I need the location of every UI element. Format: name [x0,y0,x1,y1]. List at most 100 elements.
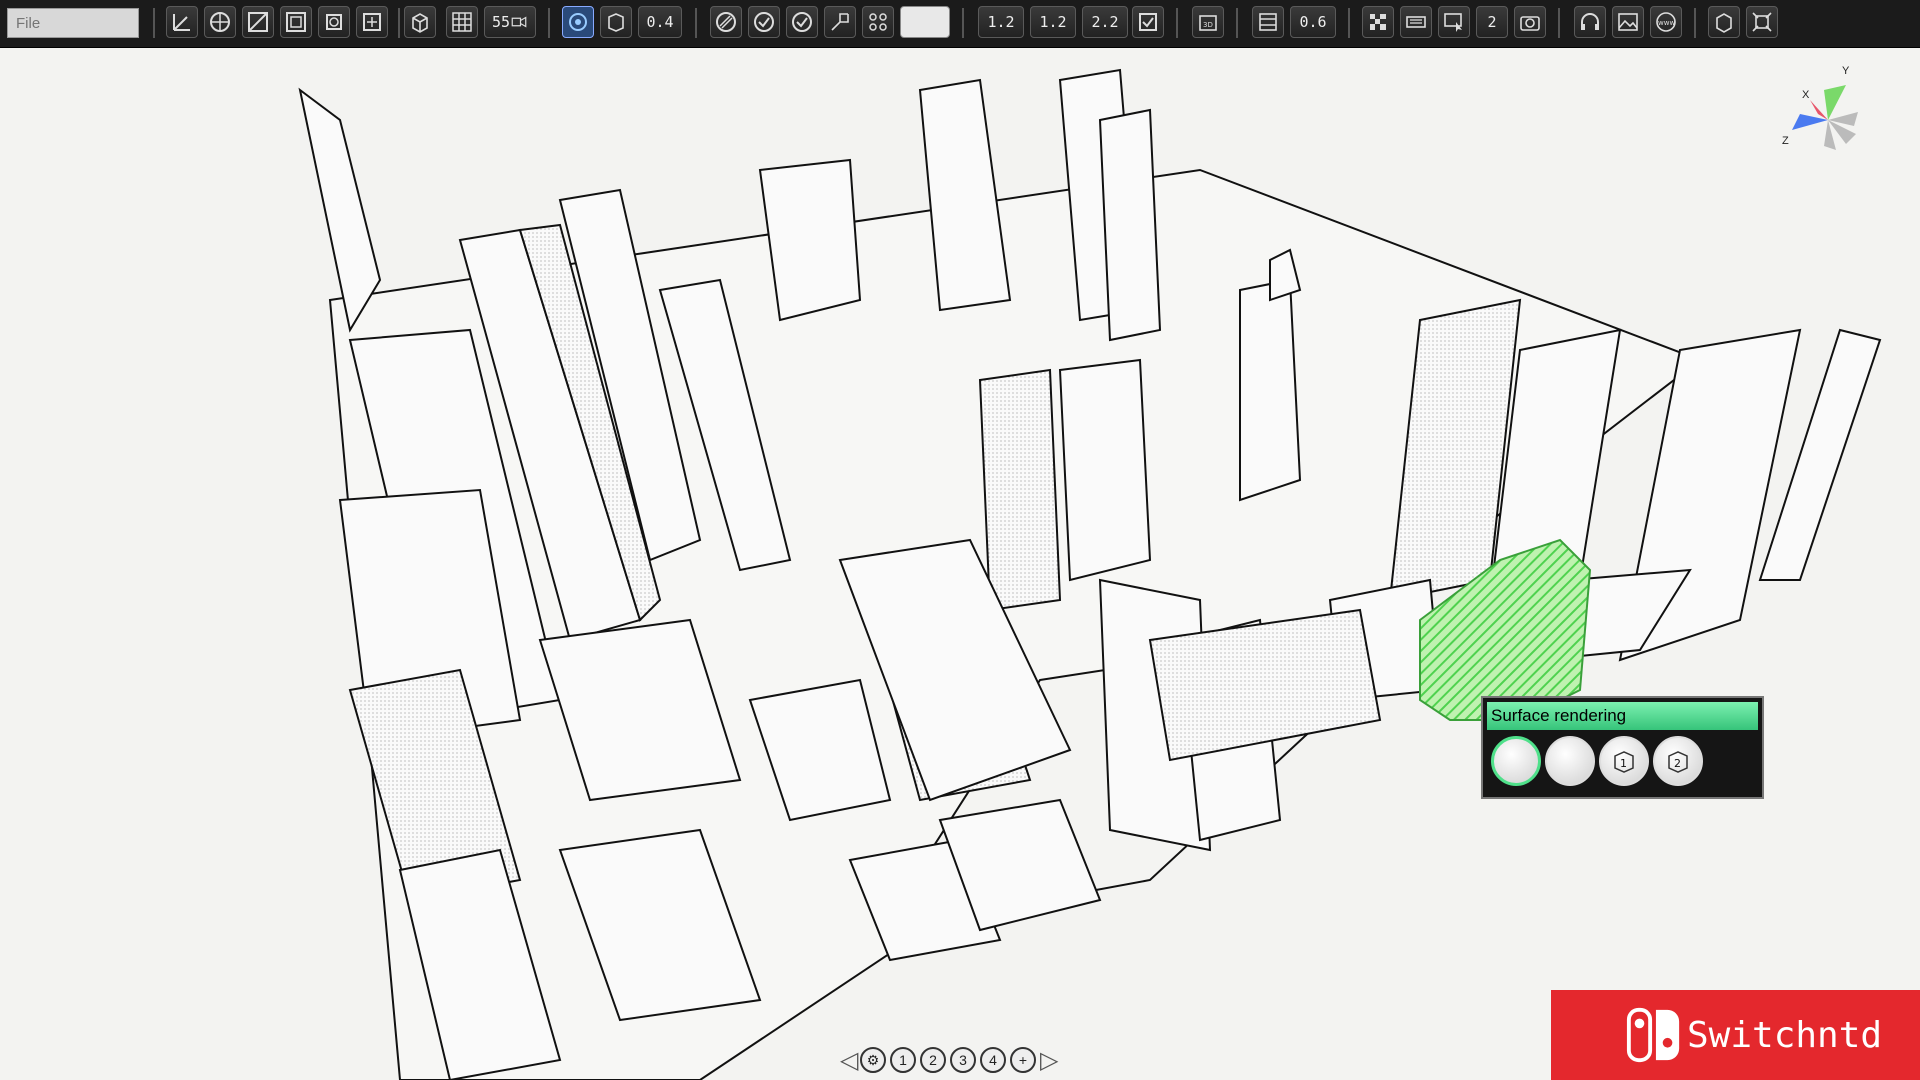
fit-button[interactable] [1746,6,1778,38]
cursor-frame-button[interactable] [1438,6,1470,38]
globe-icon [210,12,230,32]
camera-button[interactable] [1514,6,1546,38]
camera-fov-icon [511,16,527,28]
toolbar-separator [398,8,400,38]
page-number: 2 [1487,13,1497,31]
flat-sphere-button[interactable] [1545,736,1595,786]
value-c-button[interactable]: 2.2 [1082,6,1128,38]
camera-icon [1520,16,1540,31]
target-button[interactable] [562,6,594,38]
logo-text: Switchntd [1687,1014,1883,1056]
film-button[interactable] [1252,6,1284,38]
camera-fov-button[interactable]: 55 [484,6,536,38]
color-swatch-button[interactable] [900,6,950,38]
add-page-button[interactable]: + [1010,1047,1036,1073]
smooth-sphere-button[interactable] [1491,736,1541,786]
axis-x-label: X [1802,89,1810,101]
check-circle-button-2[interactable] [786,6,818,38]
file-input[interactable] [7,8,139,38]
extrude-button[interactable] [824,6,856,38]
globe-tool-button[interactable] [204,6,236,38]
value-a-button[interactable]: 1.2 [978,6,1024,38]
cube-1-button[interactable]: 1 [1599,736,1649,786]
toolbar-separator [548,8,550,38]
prev-page-arrow[interactable]: ◁ [840,1046,858,1074]
plus-icon: + [1018,1052,1028,1068]
axis-tool-button[interactable] [166,6,198,38]
checkbox-button[interactable] [1132,6,1164,38]
page-button[interactable]: 2 [1476,6,1508,38]
fit-icon [1752,12,1772,32]
gear-icon: ⚙ [866,1051,880,1068]
axis-gizmo[interactable]: Y X Z [1770,60,1880,170]
settings-page-button[interactable]: ⚙ [860,1047,886,1073]
slope-tool-button[interactable] [242,6,274,38]
toolbar-separator [153,8,155,38]
cube-2-icon: 2 [1668,751,1688,773]
line-width-button[interactable]: 0.4 [638,6,682,38]
grid-button[interactable] [446,6,478,38]
film-icon [1259,13,1277,31]
svg-text:1: 1 [1620,757,1627,770]
axis-y-icon [1824,85,1846,120]
rotate-cube-icon [326,14,342,30]
extrude-icon [831,13,849,31]
page-button-2[interactable]: 2 [920,1047,946,1073]
svg-text:2: 2 [1674,757,1681,770]
check-circle-icon [754,12,774,32]
box-3d-button[interactable]: 3D [1192,6,1224,38]
switch-logo: Switchntd [1551,990,1920,1080]
check-circle-icon [792,12,812,32]
toolbar-separator [1348,8,1350,38]
axis-icon [173,14,190,31]
box-icon [412,13,428,33]
value-d-button[interactable]: 0.6 [1290,6,1336,38]
toolbar-separator [695,8,697,38]
www-button[interactable]: www [1650,6,1682,38]
toolbar-separator [1558,8,1560,38]
headphones-button[interactable] [1574,6,1606,38]
svg-text:www: www [1658,19,1675,27]
check-circle-button-1[interactable] [748,6,780,38]
switch-logo-icon [1626,1007,1680,1063]
rotate-cube-button[interactable] [318,6,350,38]
image-button[interactable] [1612,6,1644,38]
page-selector: ◁ ⚙ 1 2 3 4 + ▷ [840,1045,1058,1075]
value-c: 2.2 [1091,13,1119,31]
axis-z-label: Z [1782,135,1789,147]
toolbar-separator [1694,8,1696,38]
number-cube-button[interactable] [1708,6,1740,38]
line-width-value: 0.4 [646,13,674,31]
buildings [298,68,1882,1080]
checker-button[interactable] [1362,6,1394,38]
cube-2-button[interactable]: 2 [1653,736,1703,786]
move-cube-icon [363,13,381,31]
stripe-icon [716,12,736,32]
keyboard-button[interactable] [1400,6,1432,38]
target-icon [569,13,587,31]
image-icon [1618,13,1638,31]
dots-grid-icon [869,13,887,31]
move-cube-button[interactable] [356,6,388,38]
dots-grid-button[interactable] [862,6,894,38]
face-button[interactable] [600,6,632,38]
slope-icon [248,12,268,32]
value-b-button[interactable]: 1.2 [1030,6,1076,38]
page-button-4[interactable]: 4 [980,1047,1006,1073]
stripe-button[interactable] [710,6,742,38]
number-cube-icon [1716,13,1732,33]
value-b: 1.2 [1039,13,1067,31]
toolbar-separator [962,8,964,38]
face-icon [608,13,624,32]
page-button-3[interactable]: 3 [950,1047,976,1073]
page-button-1[interactable]: 1 [890,1047,916,1073]
camera-fov-value: 55 [491,13,511,31]
svg-text:3D: 3D [1203,21,1213,29]
city-viewport[interactable] [0,48,1920,1080]
next-page-arrow[interactable]: ▷ [1040,1046,1058,1074]
axis-y-label: Y [1842,65,1850,77]
grid-icon [452,12,472,32]
cube-frame-button[interactable] [280,6,312,38]
box-button[interactable] [404,6,436,38]
toolbar-separator [1236,8,1238,38]
